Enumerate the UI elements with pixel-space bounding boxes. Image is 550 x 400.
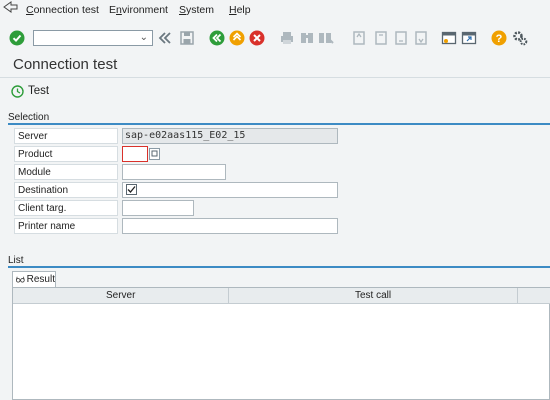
menu-help[interactable]: Help <box>229 4 251 16</box>
last-page-icon[interactable] <box>413 30 429 46</box>
execute-clock-icon <box>11 84 24 98</box>
destination-label: Destination <box>14 182 118 198</box>
client-label: Client targ. <box>14 200 118 216</box>
title-divider <box>0 77 550 78</box>
save-icon[interactable] <box>179 30 195 46</box>
command-field[interactable]: ⌄ <box>33 30 153 46</box>
server-label: Server <box>14 128 118 144</box>
glasses-icon <box>16 276 25 283</box>
back-green-icon[interactable] <box>209 30 225 46</box>
column-divider[interactable] <box>517 288 518 303</box>
module-field[interactable] <box>122 164 226 180</box>
find-icon[interactable] <box>299 30 315 46</box>
first-page-icon[interactable] <box>351 30 367 46</box>
test-button[interactable]: Test <box>11 82 49 100</box>
new-session-icon[interactable] <box>441 30 457 46</box>
printer-label: Printer name <box>14 218 118 234</box>
exit-yellow-icon[interactable] <box>229 30 245 46</box>
module-label: Module <box>14 164 118 180</box>
printer-field[interactable] <box>122 218 338 234</box>
product-label: Product <box>14 146 118 162</box>
settings-icon[interactable] <box>512 30 528 46</box>
tab-result-label: Result <box>26 274 55 285</box>
help-icon[interactable]: ? <box>491 30 507 46</box>
list-divider <box>8 266 550 268</box>
chevron-down-icon[interactable]: ⌄ <box>140 32 148 43</box>
column-header-test-call[interactable]: Test call <box>355 290 391 301</box>
selection-divider <box>8 123 550 125</box>
shortcut-icon[interactable] <box>461 30 477 46</box>
server-field: sap-e02aas115_E02_15 <box>122 128 338 144</box>
prev-page-icon[interactable] <box>373 30 389 46</box>
value-help-icon[interactable] <box>149 148 160 160</box>
destination-field[interactable] <box>122 182 338 198</box>
menu-connection-test[interactable]: Connection test <box>26 4 99 16</box>
menu-icon[interactable] <box>3 1 18 14</box>
print-icon[interactable] <box>279 30 295 46</box>
list-header: List <box>8 255 24 266</box>
find-next-icon[interactable] <box>318 30 334 46</box>
page-title: Connection test <box>13 56 118 73</box>
cancel-red-icon[interactable] <box>249 30 265 46</box>
column-divider[interactable] <box>228 288 229 303</box>
selection-header: Selection <box>8 112 50 123</box>
svg-text:?: ? <box>496 33 503 45</box>
column-header-server[interactable]: Server <box>106 290 135 301</box>
menu-system[interactable]: System <box>179 4 214 16</box>
destination-checkbox[interactable] <box>126 184 137 195</box>
table-header <box>13 288 550 304</box>
client-field[interactable] <box>122 200 194 216</box>
check-icon[interactable] <box>9 30 25 46</box>
product-field[interactable] <box>122 146 148 162</box>
tab-result[interactable]: Result <box>12 271 56 287</box>
menu-environment[interactable]: Environment <box>109 4 168 16</box>
test-button-label: Test <box>28 85 50 97</box>
back-double-icon[interactable] <box>157 30 173 46</box>
next-page-icon[interactable] <box>393 30 409 46</box>
